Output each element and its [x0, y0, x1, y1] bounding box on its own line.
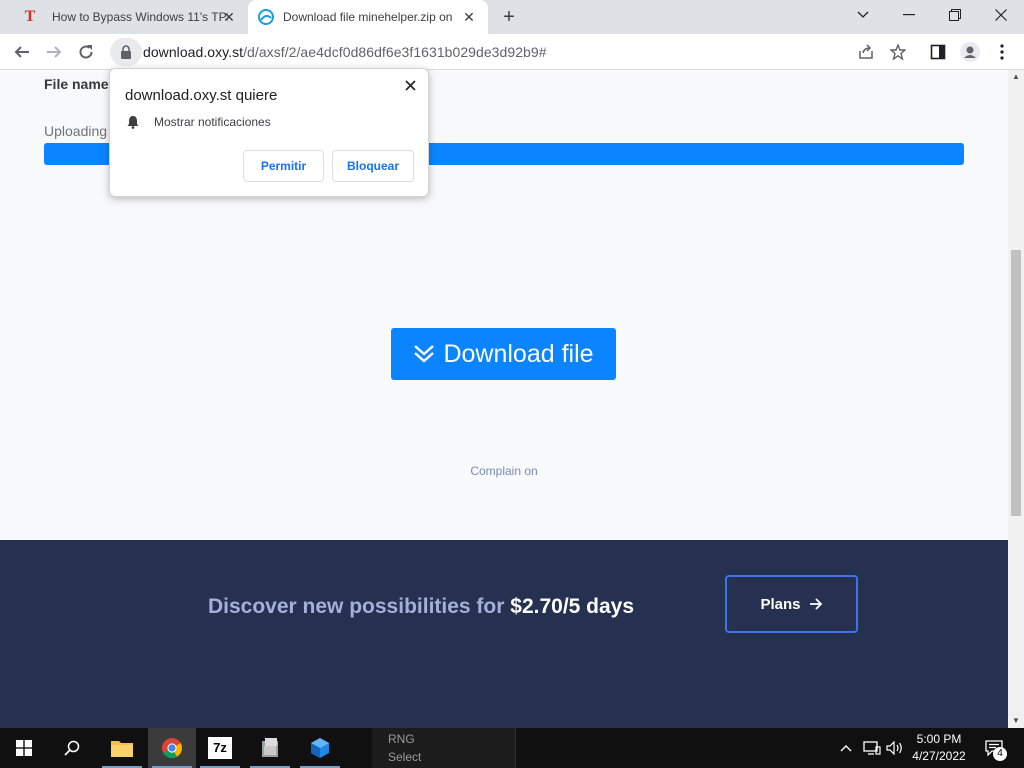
promo-footer: Discover new possibilities for $2.70/5 d…: [0, 540, 1008, 728]
promo-text: Discover new possibilities for $2.70/5 d…: [208, 595, 634, 619]
block-button[interactable]: Bloquear: [332, 150, 414, 182]
share-icon[interactable]: [852, 38, 880, 66]
promo-lead: Discover new possibilities for: [208, 595, 511, 618]
tab-download-file[interactable]: Download file minehelper.zip on ✕: [248, 0, 488, 34]
volume-icon[interactable]: [884, 728, 906, 768]
close-icon[interactable]: ✕: [460, 8, 478, 26]
browser-toolbar: download.oxy.st/d/axsf/2/ae4dcf0d86df6e3…: [0, 34, 1024, 70]
double-chevron-down-icon: [413, 344, 435, 364]
system-clock[interactable]: 5:00 PM 4/27/2022: [906, 731, 972, 765]
windows-taskbar: 7z RNG Select 5:00 PM 4/27/2022 4: [0, 728, 1024, 768]
new-tab-button[interactable]: +: [498, 6, 520, 28]
tab-bypass-windows[interactable]: T How to Bypass Windows 11's TPM ✕: [12, 0, 248, 34]
chevron-up-icon[interactable]: [836, 728, 856, 768]
close-window-button[interactable]: [978, 0, 1024, 30]
url-host: download.oxy.st: [143, 44, 244, 60]
bg-window-line: Select: [388, 750, 422, 764]
back-arrow-icon[interactable]: [8, 38, 36, 66]
app-icon[interactable]: [246, 728, 294, 768]
popup-title: download.oxy.st quiere: [125, 87, 278, 104]
forward-arrow-icon[interactable]: [40, 38, 68, 66]
7zip-icon[interactable]: 7z: [196, 728, 244, 768]
plans-button-label: Plans: [760, 595, 801, 613]
permission-text: Mostrar notificaciones: [154, 115, 271, 129]
background-window-preview: RNG Select: [372, 728, 516, 768]
uploading-label: Uploading: [44, 123, 108, 139]
reload-icon[interactable]: [72, 38, 100, 66]
chevron-down-icon[interactable]: [840, 0, 886, 30]
scroll-up-arrow-icon[interactable]: ▲: [1008, 70, 1024, 84]
address-bar[interactable]: download.oxy.st/d/axsf/2/ae4dcf0d86df6e3…: [110, 38, 846, 66]
minimize-button[interactable]: [886, 0, 932, 30]
notification-count-badge: 4: [993, 747, 1007, 761]
download-file-button[interactable]: Download file: [391, 328, 616, 380]
promo-price: $2.70/5 days: [510, 595, 635, 618]
lock-icon[interactable]: [110, 38, 142, 66]
url-path: /d/axsf/2/ae4dcf0d86df6e3f1631b029de3d92…: [243, 44, 547, 60]
side-panel-icon[interactable]: [924, 38, 952, 66]
permission-row: Mostrar notificaciones: [127, 115, 271, 129]
start-icon[interactable]: [0, 728, 48, 768]
notification-permission-popup: download.oxy.st quiere Mostrar notificac…: [109, 68, 429, 197]
close-icon[interactable]: ✕: [220, 8, 238, 26]
bg-window-line: RNG: [388, 732, 415, 746]
close-icon[interactable]: [400, 75, 420, 95]
file-explorer-icon[interactable]: [98, 728, 146, 768]
tab-favicon: T: [24, 8, 36, 25]
7zip-label: 7z: [208, 737, 232, 759]
tab-title: How to Bypass Windows 11's TPM: [52, 10, 228, 24]
chrome-icon[interactable]: [148, 728, 196, 768]
clock-date: 4/27/2022: [912, 749, 966, 763]
tab-strip: T How to Bypass Windows 11's TPM ✕ Downl…: [0, 0, 1024, 34]
profile-avatar-icon[interactable]: [956, 38, 984, 66]
scroll-thumb[interactable]: [1011, 250, 1021, 516]
arrow-right-icon: [809, 598, 823, 610]
url-text[interactable]: download.oxy.st/d/axsf/2/ae4dcf0d86df6e3…: [143, 44, 547, 60]
search-icon[interactable]: [48, 728, 96, 768]
download-button-label: Download file: [443, 339, 594, 368]
tab-title: Download file minehelper.zip on: [283, 10, 453, 24]
kebab-menu-icon[interactable]: [988, 38, 1016, 66]
minecraft-icon[interactable]: [296, 728, 344, 768]
clock-time: 5:00 PM: [916, 732, 962, 746]
network-icon[interactable]: [860, 728, 884, 768]
scroll-down-arrow-icon[interactable]: ▼: [1008, 714, 1024, 728]
oxy-swirl-icon: [258, 9, 274, 25]
complain-link[interactable]: Complain on: [0, 464, 1008, 478]
bell-icon: [127, 115, 139, 129]
allow-button[interactable]: Permitir: [243, 150, 324, 182]
restore-button[interactable]: [932, 0, 978, 30]
bookmark-star-icon[interactable]: [884, 38, 912, 66]
file-name-label: File name: [44, 76, 109, 92]
page-scrollbar[interactable]: ▲ ▼: [1008, 70, 1024, 728]
plans-button[interactable]: Plans: [725, 575, 858, 633]
